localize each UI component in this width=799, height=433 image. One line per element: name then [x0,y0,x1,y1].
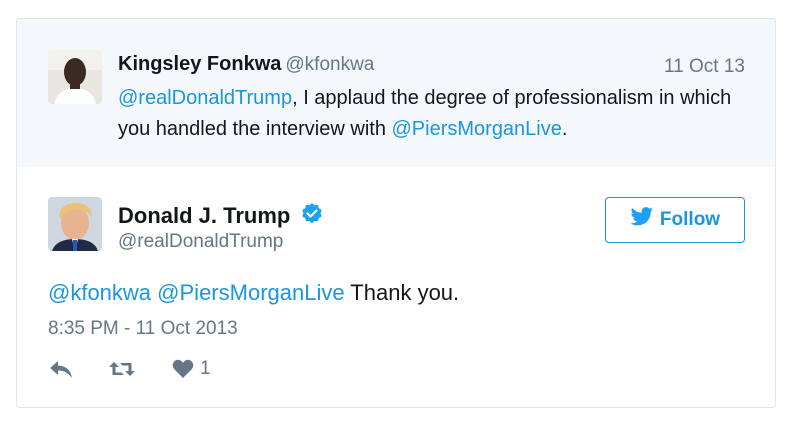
embedded-tweet-card: Kingsley Fonkwa @kfonkwa 11 Oct 13 @realD… [16,18,776,408]
reply-date[interactable]: 11 Oct 13 [664,56,745,78]
reply-icon [48,358,74,380]
tweet-author-name[interactable]: Donald J. Trump [118,203,290,228]
tweet-text: @kfonkwa @PiersMorganLive Thank you. [48,280,459,306]
reply-avatar[interactable] [48,50,102,104]
tweet-mention-link-1[interactable]: @kfonkwa [48,280,151,305]
reply-author-handle[interactable]: @kfonkwa [285,54,374,75]
heart-icon [172,359,194,379]
reply-text-end: . [561,118,568,140]
verified-badge-icon [300,202,324,232]
like-button[interactable]: 1 [172,358,211,380]
twitter-bird-icon [630,207,654,233]
reply-mention-link[interactable]: @realDonaldTrump [118,87,292,109]
follow-button[interactable]: Follow [605,197,745,243]
reply-text: @realDonaldTrump, I applaud the degree o… [118,83,738,145]
tweet-mention-link-2[interactable]: @PiersMorganLive [157,280,344,305]
tweet-author[interactable]: Donald J. Trump [118,202,324,232]
tweet-text-body: Thank you. [344,280,460,305]
reply-author[interactable]: Kingsley Fonkwa @kfonkwa [118,53,374,76]
tweet-author-handle[interactable]: @realDonaldTrump [118,231,283,253]
tweet-actions: 1 [48,358,211,380]
reply-button[interactable] [48,358,74,380]
follow-button-label: Follow [659,209,721,230]
quoted-reply[interactable]: Kingsley Fonkwa @kfonkwa 11 Oct 13 @realD… [17,19,775,167]
like-count: 1 [200,358,211,379]
reply-author-name[interactable]: Kingsley Fonkwa [118,53,281,75]
reply-mention-link-2[interactable]: @PiersMorganLive [392,118,562,140]
tweet-timestamp[interactable]: 8:35 PM - 11 Oct 2013 [48,318,238,340]
tweet-avatar[interactable] [48,197,102,251]
retweet-button[interactable] [108,358,136,380]
retweet-icon [108,358,136,380]
